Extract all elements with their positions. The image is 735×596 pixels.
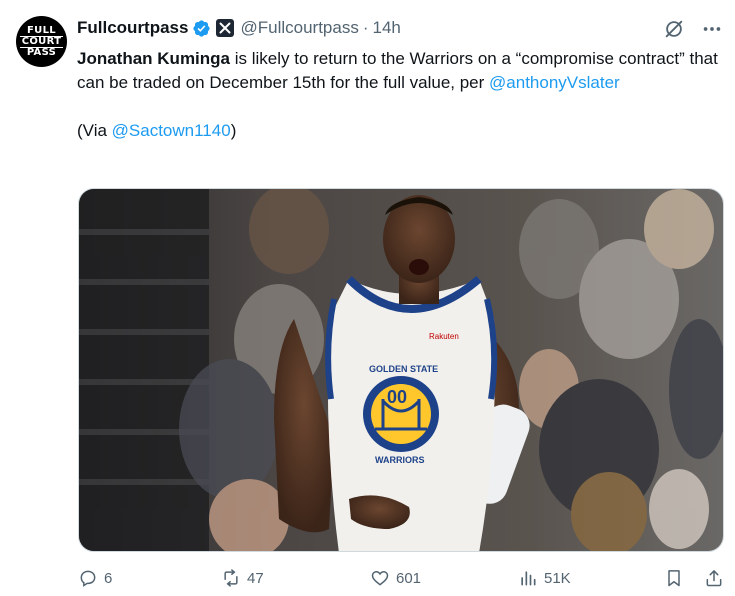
avatar-line-1: FULL: [27, 24, 56, 36]
tweet-card[interactable]: FULL COURT PASS Fullcourtpass @Fullcourt…: [0, 0, 735, 596]
tweet-content: Fullcourtpass @Fullcourtpass · 14h Jonat…: [77, 16, 723, 143]
more-icon[interactable]: [701, 18, 723, 40]
via-line: (Via @Sactown1140): [77, 119, 723, 143]
jersey-team-bottom: WARRIORS: [375, 455, 425, 465]
author-name[interactable]: Fullcourtpass: [77, 18, 188, 38]
author-avatar[interactable]: FULL COURT PASS: [16, 16, 67, 67]
repost-button[interactable]: 47: [221, 568, 264, 588]
separator-dot: ·: [362, 18, 369, 37]
bookmark-icon: [668, 570, 680, 587]
mention-link-anthonyvslater[interactable]: @anthonyVslater: [489, 73, 620, 92]
reply-count: 6: [104, 569, 113, 587]
like-button[interactable]: 601: [370, 568, 421, 588]
repost-count: 47: [247, 569, 264, 587]
tweet-top-actions: [663, 18, 723, 40]
mention-link-sactown1140[interactable]: @Sactown1140: [112, 121, 231, 140]
like-icon: [371, 570, 389, 586]
reply-button[interactable]: 6: [78, 568, 112, 588]
tweet-text: Jonathan Kuminga is likely to return to …: [77, 47, 723, 95]
views-icon: [521, 571, 536, 586]
mentioned-player-name: Jonathan Kuminga: [77, 49, 231, 68]
basketball-player-photo: 00 GOLDEN STATE WARRIORS Rakuten: [79, 189, 723, 551]
arena-stairs: [79, 189, 209, 551]
jersey-sponsor: Rakuten: [429, 332, 459, 341]
tweet-actions-bar: 6 47 601 51K: [78, 568, 724, 592]
grok-icon[interactable]: [663, 18, 685, 40]
avatar-line-2: COURT: [19, 35, 64, 48]
views-count: 51K: [544, 569, 571, 587]
jersey-number: 00: [387, 387, 407, 407]
via-prefix: (Via: [77, 121, 112, 140]
views-button[interactable]: 51K: [518, 568, 571, 588]
author-handle[interactable]: @Fullcourtpass: [240, 18, 358, 38]
tweet-header: Fullcourtpass @Fullcourtpass · 14h: [77, 16, 723, 40]
jersey-team-top: GOLDEN STATE: [369, 364, 438, 374]
like-count: 601: [396, 569, 422, 587]
verified-badge-icon: [193, 19, 211, 37]
reply-icon: [80, 570, 96, 587]
repost-icon: [224, 569, 238, 587]
bookmark-button[interactable]: [664, 568, 684, 588]
tweet-time[interactable]: 14h: [373, 18, 401, 38]
affiliate-x-icon[interactable]: [216, 19, 235, 37]
share-icon: [706, 570, 722, 587]
tweet-photo[interactable]: 00 GOLDEN STATE WARRIORS Rakuten: [78, 188, 724, 552]
avatar-line-3: PASS: [26, 46, 57, 58]
via-suffix: ): [230, 121, 237, 140]
x-logo-icon: [219, 22, 231, 34]
share-button[interactable]: [704, 568, 724, 588]
